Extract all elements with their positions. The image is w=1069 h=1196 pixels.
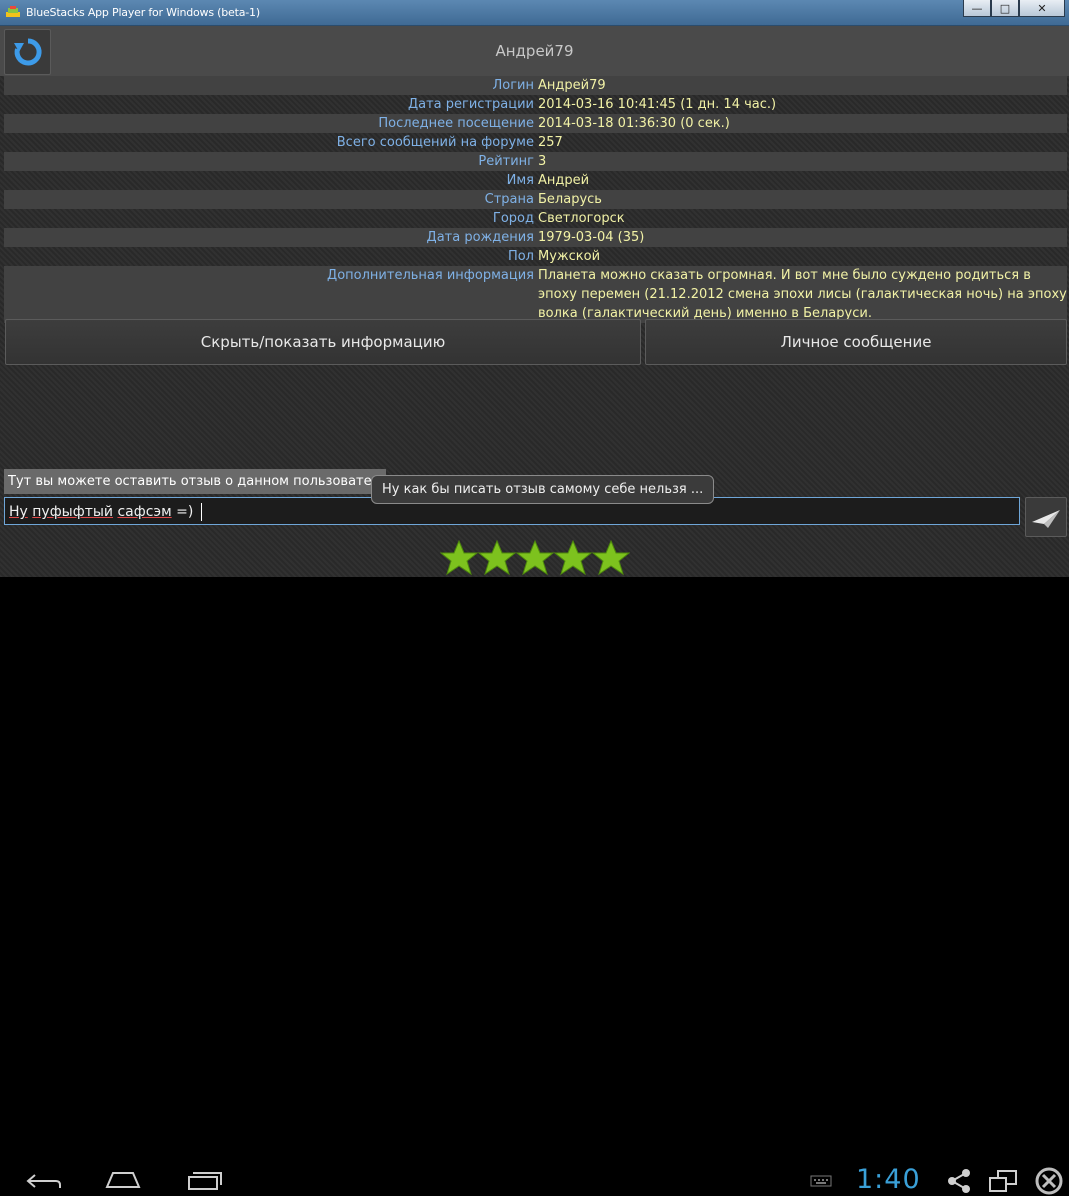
profile-value: 257: [538, 135, 563, 150]
status-clock: 1:40: [856, 1164, 921, 1195]
profile-label: Последнее посещение: [378, 116, 534, 131]
text-cursor: [201, 503, 203, 521]
profile-label: Страна: [484, 192, 534, 207]
back-icon[interactable]: [24, 1170, 64, 1192]
profile-row: Дата рождения 1979-03-04 (35): [4, 228, 1067, 247]
bluestacks-logo-icon: [6, 6, 20, 17]
profile-label: Город: [492, 211, 534, 226]
keyboard-icon[interactable]: [810, 1175, 832, 1187]
profile-value: 1979-03-04 (35): [538, 230, 645, 245]
android-nav-bar: 1:40: [0, 578, 1069, 1195]
send-icon: [1032, 510, 1060, 528]
window-title: BlueStacks App Player for Windows (beta-…: [26, 6, 260, 19]
close-app-icon[interactable]: [1034, 1166, 1064, 1196]
input-word: сафсэм: [117, 504, 172, 520]
profile-row: Страна Беларусь: [4, 190, 1067, 209]
profile-value: Андрей79: [538, 78, 606, 93]
action-bar: Андрей79: [0, 26, 1069, 76]
profile-label: Логин: [492, 78, 534, 93]
star-icon[interactable]: [554, 540, 592, 576]
rating-stars[interactable]: [440, 540, 630, 576]
profile-label: Дата рождения: [426, 230, 534, 245]
app-screen: Андрей79 Логин Андрей79 Дата регистрации 20…: [0, 26, 1069, 577]
input-word: Ну: [9, 504, 28, 520]
profile-label: Пол: [507, 249, 534, 264]
star-icon[interactable]: [592, 540, 630, 576]
toggle-info-button[interactable]: Скрыть/показать информацию: [5, 319, 641, 365]
review-hint-label: Тут вы можете оставить отзыв о данном по…: [4, 469, 386, 494]
home-icon[interactable]: [103, 1169, 143, 1191]
profile-row: Город Светлогорск: [4, 209, 1067, 228]
profile-label: Дополнительная информация: [327, 268, 534, 283]
profile-value: 3: [538, 154, 547, 169]
profile-value: Беларусь: [538, 192, 602, 207]
profile-row: Логин Андрей79: [4, 76, 1067, 95]
profile-value: Светлогорск: [538, 211, 625, 226]
private-message-button[interactable]: Личное сообщение: [645, 319, 1067, 365]
profile-row: Имя Андрей: [4, 171, 1067, 190]
profile-value: 2014-03-16 10:41:45 (1 дн. 14 час.): [538, 97, 777, 112]
toast-message: Ну как бы писать отзыв самому себе нельз…: [371, 475, 715, 504]
minimize-button[interactable]: —: [963, 0, 991, 17]
star-icon[interactable]: [478, 540, 516, 576]
profile-value: 2014-03-18 01:36:30 (0 сек.): [538, 116, 730, 131]
profile-row: Пол Мужской: [4, 247, 1067, 266]
profile-row: Дополнительная информация Планета можно с…: [4, 266, 1067, 323]
profile-value: Андрей: [538, 173, 590, 188]
profile-row: Всего сообщений на форуме 257: [4, 133, 1067, 152]
page-title: Андрей79: [495, 42, 574, 60]
profile-value: Мужской: [538, 249, 601, 264]
profile-row: Рейтинг 3: [4, 152, 1067, 171]
profile-info-table: Логин Андрей79 Дата регистрации 2014-03-16 …: [4, 76, 1067, 323]
input-word: пуфыфтый: [32, 504, 114, 520]
send-review-button[interactable]: [1025, 497, 1067, 537]
share-icon[interactable]: [946, 1168, 972, 1194]
profile-label: Дата регистрации: [407, 97, 534, 112]
profile-label: Рейтинг: [478, 154, 534, 169]
profile-label: Всего сообщений на форуме: [336, 135, 534, 150]
star-icon[interactable]: [516, 540, 554, 576]
close-window-button[interactable]: ✕: [1019, 0, 1065, 17]
profile-value: Планета можно сказать огромная. И вот мн…: [538, 268, 1067, 321]
profile-row: Дата регистрации 2014-03-16 10:41:45 (1 д…: [4, 95, 1067, 114]
multi-window-icon[interactable]: [988, 1168, 1018, 1194]
profile-label: Имя: [506, 173, 534, 188]
star-icon[interactable]: [440, 540, 478, 576]
maximize-button[interactable]: □: [991, 0, 1019, 17]
profile-row: Последнее посещение 2014-03-18 01:36:30 (…: [4, 114, 1067, 133]
window-titlebar: BlueStacks App Player for Windows (beta-…: [0, 0, 1069, 26]
recent-apps-icon[interactable]: [185, 1169, 225, 1191]
input-word: =): [176, 504, 194, 520]
